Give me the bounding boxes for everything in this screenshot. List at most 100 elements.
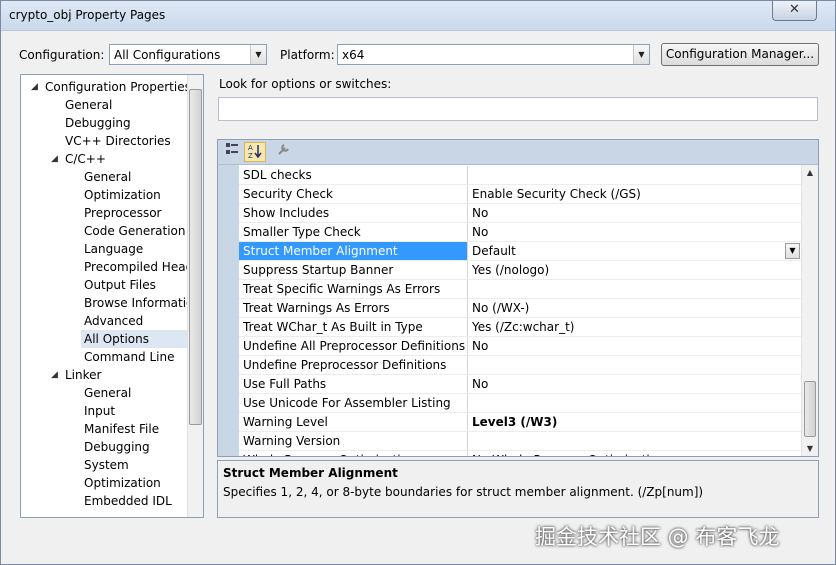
property-row[interactable]: Warning Level Level3 (/W3) [239, 413, 801, 432]
tree-item-label: General [65, 98, 113, 112]
property-value[interactable]: No [469, 204, 801, 222]
expanded-triangle-icon[interactable]: ◢ [31, 78, 38, 96]
property-value[interactable] [469, 356, 801, 374]
tree-item[interactable]: Command Line [21, 348, 187, 366]
property-row[interactable]: Show Includes No [239, 204, 801, 223]
tree-item[interactable]: Browse Information [21, 294, 201, 312]
property-value[interactable]: Yes (/nologo) [469, 261, 801, 279]
property-row[interactable]: Struct Member Alignment Default ▼ [239, 242, 801, 261]
property-name: Undefine Preprocessor Definitions [239, 356, 468, 374]
tree-item[interactable]: Advanced [21, 312, 187, 330]
tree-item-label: Output Files [84, 278, 156, 292]
grid-scrollbar[interactable]: ▲ ▼ [801, 165, 818, 456]
tree-item-label: VC++ Directories [65, 134, 171, 148]
description-panel: Struct Member Alignment Specifies 1, 2, … [217, 460, 819, 518]
chevron-down-icon: ▼ [250, 45, 266, 64]
scroll-up-icon[interactable]: ▲ [802, 166, 818, 180]
tree-item-label: System [84, 458, 129, 472]
property-value[interactable] [469, 432, 801, 450]
property-name: Use Unicode For Assembler Listing [239, 394, 468, 412]
platform-dropdown[interactable]: x64 ▼ [337, 44, 650, 65]
property-row[interactable]: Warning Version [239, 432, 801, 451]
categorized-icon[interactable] [221, 142, 243, 162]
search-input[interactable] [218, 97, 818, 121]
configuration-dropdown[interactable]: All Configurations ▼ [109, 44, 267, 65]
tree-item[interactable]: General [21, 96, 187, 114]
svg-text:A: A [248, 144, 253, 152]
svg-text:Z: Z [248, 152, 253, 159]
property-value[interactable] [469, 280, 801, 298]
property-row[interactable]: Undefine Preprocessor Definitions [239, 356, 801, 375]
tree-item-label: Code Generation [84, 224, 186, 238]
tree-item[interactable]: All Options [81, 330, 187, 348]
property-pages-icon[interactable] [273, 142, 295, 162]
tree-item[interactable]: Language [21, 240, 187, 258]
property-row[interactable]: Undefine All Preprocessor Definitions No [239, 337, 801, 356]
property-value[interactable] [469, 166, 801, 184]
platform-value: x64 [342, 48, 365, 62]
tree-item[interactable]: Manifest File [21, 420, 187, 438]
property-row[interactable]: Whole Program OptimizationNo Whole Progr… [239, 451, 801, 456]
tree-item[interactable]: Debugging [21, 438, 187, 456]
property-row[interactable]: Treat Warnings As Errors No (/WX-) [239, 299, 801, 318]
search-label: Look for options or switches: [219, 77, 392, 91]
property-value[interactable]: Level3 (/W3) [469, 413, 801, 431]
property-row[interactable]: Treat Specific Warnings As Errors [239, 280, 801, 299]
property-row[interactable]: Use Full Paths No [239, 375, 801, 394]
category-tree[interactable]: Embedded IDL Optimization System Debugging M… [20, 74, 204, 518]
property-row[interactable]: Smaller Type Check No [239, 223, 801, 242]
tree-item[interactable]: General [21, 168, 187, 186]
tree-item[interactable]: Input [21, 402, 187, 420]
property-row[interactable]: Treat WChar_t As Built in Type Yes (/Zc:w… [239, 318, 801, 337]
tree-item-label: Debugging [84, 440, 150, 454]
property-value[interactable]: Enable Security Check (/GS) [469, 185, 801, 203]
property-grid: AZ SDL checks Security Check Enable Securi… [217, 139, 819, 457]
tree-item[interactable]: Debugging [21, 114, 187, 132]
watermark: 掘金技术社区 @ 布客飞龙 [535, 525, 780, 549]
tree-item-label: Configuration Properties [45, 80, 191, 94]
tree-item[interactable]: Preprocessor [21, 204, 187, 222]
property-value[interactable]: Yes (/Zc:wchar_t) [469, 318, 801, 336]
tree-item[interactable]: Optimization [21, 186, 187, 204]
property-value[interactable]: No [469, 223, 801, 241]
tree-item[interactable]: Optimization [21, 474, 187, 492]
property-row[interactable]: Suppress Startup Banner Yes (/nologo) [239, 261, 801, 280]
property-value[interactable]: No [469, 375, 801, 393]
property-name: Show Includes [239, 204, 468, 222]
property-pages-window: crypto_obj Property Pages ✕ Configuratio… [0, 0, 836, 565]
tree-item[interactable]: System [21, 456, 187, 474]
grid-gutter [218, 165, 239, 456]
property-value[interactable] [469, 394, 801, 412]
tree-item[interactable]: ◢ Configuration Properties [21, 78, 191, 96]
expanded-triangle-icon[interactable]: ◢ [51, 150, 58, 168]
configuration-label: Configuration: [19, 48, 105, 62]
tree-item[interactable]: VC++ Directories [21, 132, 187, 150]
property-value[interactable]: No Whole Program Optimization [469, 451, 801, 456]
configuration-manager-button[interactable]: Configuration Manager... [661, 43, 819, 66]
grid-scroll-thumb[interactable] [804, 381, 816, 437]
property-row[interactable]: Security Check Enable Security Check (/GS… [239, 185, 801, 204]
tree-item[interactable]: Precompiled Heade [21, 258, 201, 276]
tree-item[interactable]: Embedded IDL [21, 492, 187, 510]
tree-item[interactable]: General [21, 384, 187, 402]
tree-scroll-thumb[interactable] [189, 89, 202, 425]
tree-scrollbar[interactable] [187, 75, 203, 517]
property-value[interactable]: Default [469, 242, 801, 260]
tree-item[interactable]: ◢ C/C++ [21, 150, 187, 168]
property-name: Smaller Type Check [239, 223, 468, 241]
tree-item-label: General [84, 170, 132, 184]
property-row[interactable]: Use Unicode For Assembler Listing [239, 394, 801, 413]
tree-item[interactable]: Code Generation [21, 222, 187, 240]
property-value[interactable]: No (/WX-) [469, 299, 801, 317]
tree-item[interactable]: Output Files [21, 276, 187, 294]
property-row[interactable]: SDL checks [239, 166, 801, 185]
close-button[interactable]: ✕ [772, 1, 817, 21]
tree-item[interactable]: ◢ Linker [21, 366, 187, 384]
alphabetical-icon[interactable]: AZ [244, 142, 266, 162]
tree-item-label: Browse Information [84, 296, 201, 310]
property-value[interactable]: No [469, 337, 801, 355]
chevron-down-icon[interactable]: ▼ [785, 243, 800, 259]
scroll-down-icon[interactable]: ▼ [802, 442, 818, 456]
expanded-triangle-icon[interactable]: ◢ [51, 366, 58, 384]
tree-item-label: Precompiled Heade [84, 260, 201, 274]
